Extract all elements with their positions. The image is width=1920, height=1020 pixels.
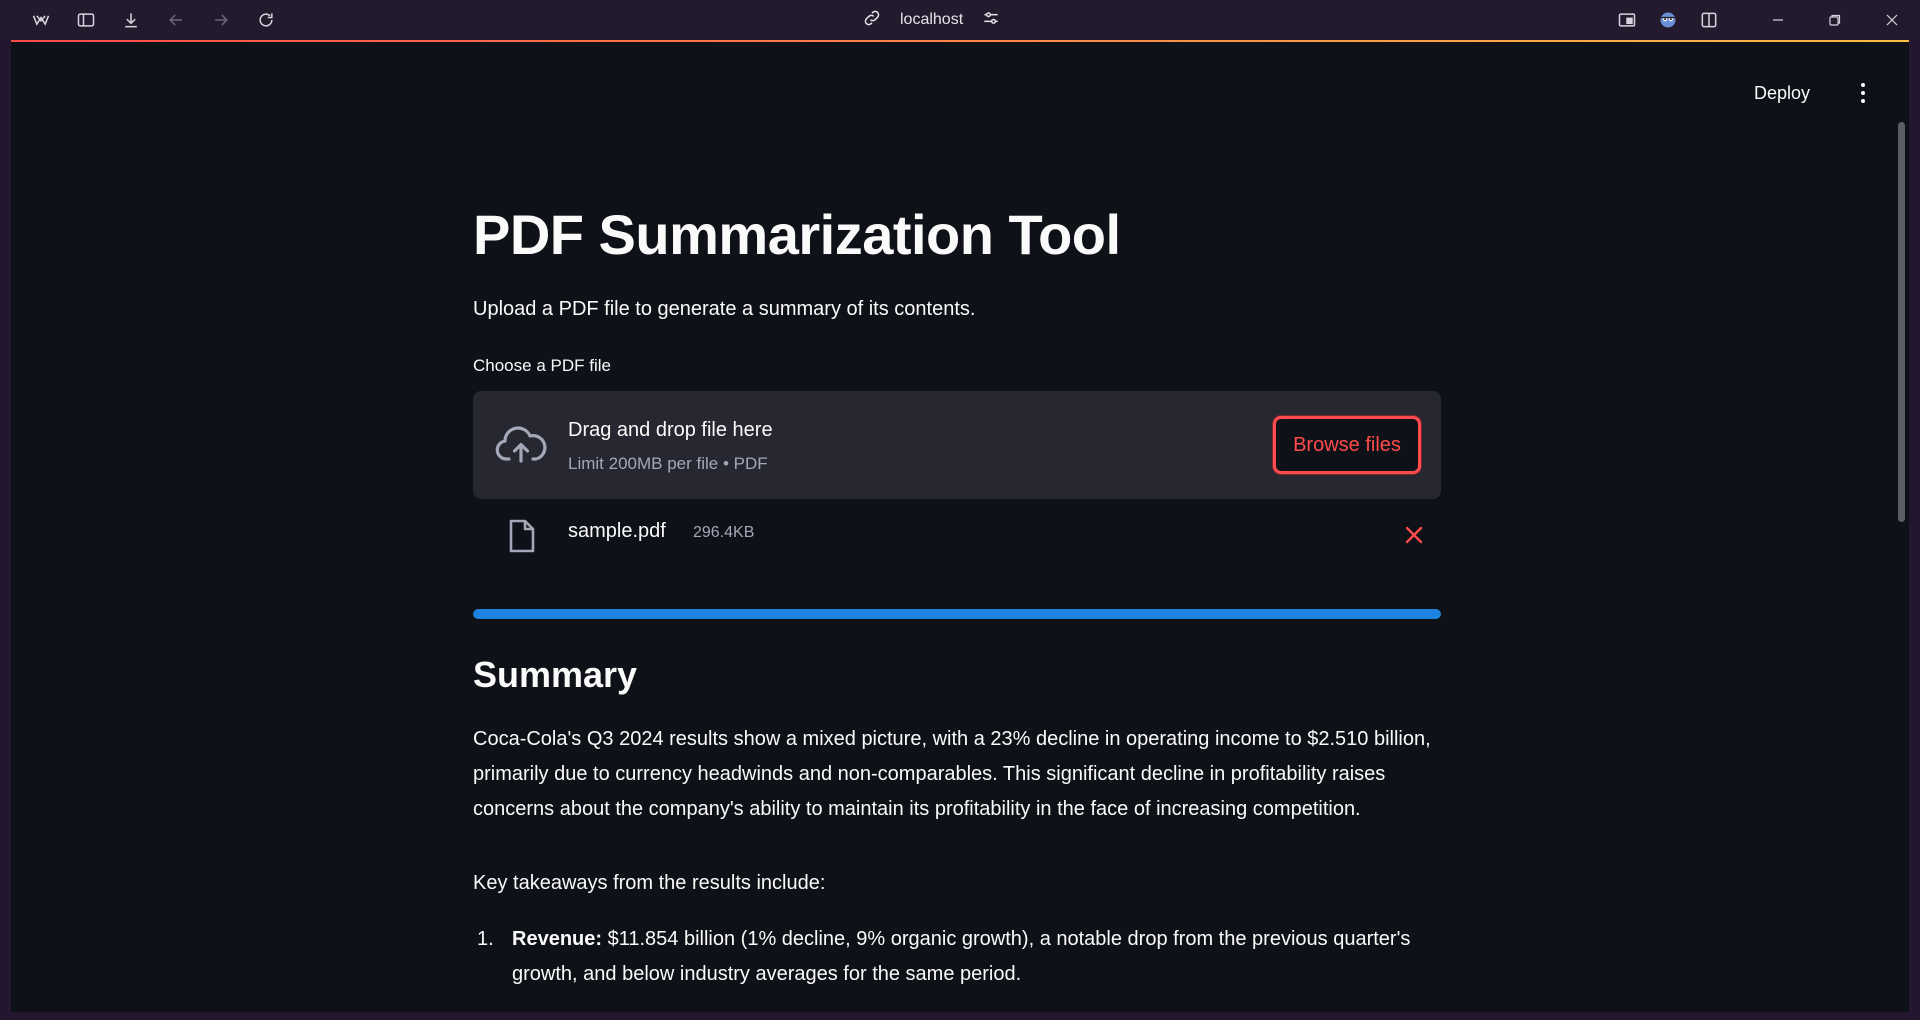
app-viewport: Deploy PDF Summarization Tool Upload a P… [11, 42, 1909, 1012]
progress-fill [473, 609, 1441, 619]
page-subtitle: Upload a PDF file to generate a summary … [473, 298, 976, 320]
back-icon[interactable] [153, 0, 198, 40]
browser-right-group [1606, 0, 1920, 40]
file-dropzone[interactable]: Drag and drop file here Limit 200MB per … [473, 391, 1441, 499]
list-item-number: 1. [477, 928, 494, 950]
restore-icon[interactable] [1806, 0, 1863, 40]
summary-paragraph: Coca-Cola's Q3 2024 results show a mixed… [473, 728, 1431, 820]
deploy-button[interactable]: Deploy [1750, 77, 1814, 109]
takeaways-intro: Key takeaways from the results include: [473, 872, 826, 894]
browser-nav-group [18, 0, 288, 40]
browser-toolbar: localhost [0, 0, 1920, 40]
remove-file-icon[interactable] [1403, 524, 1425, 546]
file-size: 296.4KB [693, 524, 755, 541]
site-settings-icon[interactable] [981, 8, 1001, 33]
download-icon[interactable] [108, 0, 153, 40]
reload-icon[interactable] [243, 0, 288, 40]
browse-files-button[interactable]: Browse files [1273, 416, 1421, 474]
app-logo-icon[interactable] [18, 0, 63, 40]
menu-dot [1861, 99, 1865, 103]
scrollbar-thumb[interactable] [1898, 122, 1905, 522]
reader-icon[interactable] [1606, 0, 1647, 40]
sidebar-icon[interactable] [63, 0, 108, 40]
extension-icon[interactable] [1647, 0, 1688, 40]
page-title: PDF Summarization Tool [473, 203, 1121, 266]
link-icon [862, 8, 882, 33]
menu-dot [1861, 91, 1865, 95]
dropzone-limit: Limit 200MB per file • PDF [568, 454, 768, 473]
list-item-text: $11.854 billion (1% decline, 9% organic … [512, 928, 1411, 985]
close-icon[interactable] [1863, 0, 1920, 40]
cloud-upload-icon [495, 425, 547, 465]
minimize-icon[interactable] [1749, 0, 1806, 40]
dropzone-instructions: Drag and drop file here [568, 419, 773, 441]
takeaways-list: 1. Revenue: $11.854 billion (1% decline,… [473, 922, 1441, 992]
forward-icon[interactable] [198, 0, 243, 40]
progress-bar [473, 609, 1441, 619]
file-uploader-label: Choose a PDF file [473, 356, 611, 375]
split-view-icon[interactable] [1688, 0, 1729, 40]
file-icon [507, 518, 537, 554]
uploaded-file: sample.pdf 296.4KB [473, 512, 1441, 572]
menu-dot [1861, 83, 1865, 87]
file-name: sample.pdf [568, 520, 666, 542]
address-text[interactable]: localhost [900, 11, 963, 29]
address-bar[interactable]: localhost [862, 0, 1001, 40]
scrollbar[interactable] [1895, 42, 1909, 1012]
summary-heading: Summary [473, 654, 638, 695]
list-item-label: Revenue: [512, 928, 603, 950]
main-menu-icon[interactable] [1851, 78, 1875, 108]
list-item: 1. Revenue: $11.854 billion (1% decline,… [473, 922, 1441, 992]
